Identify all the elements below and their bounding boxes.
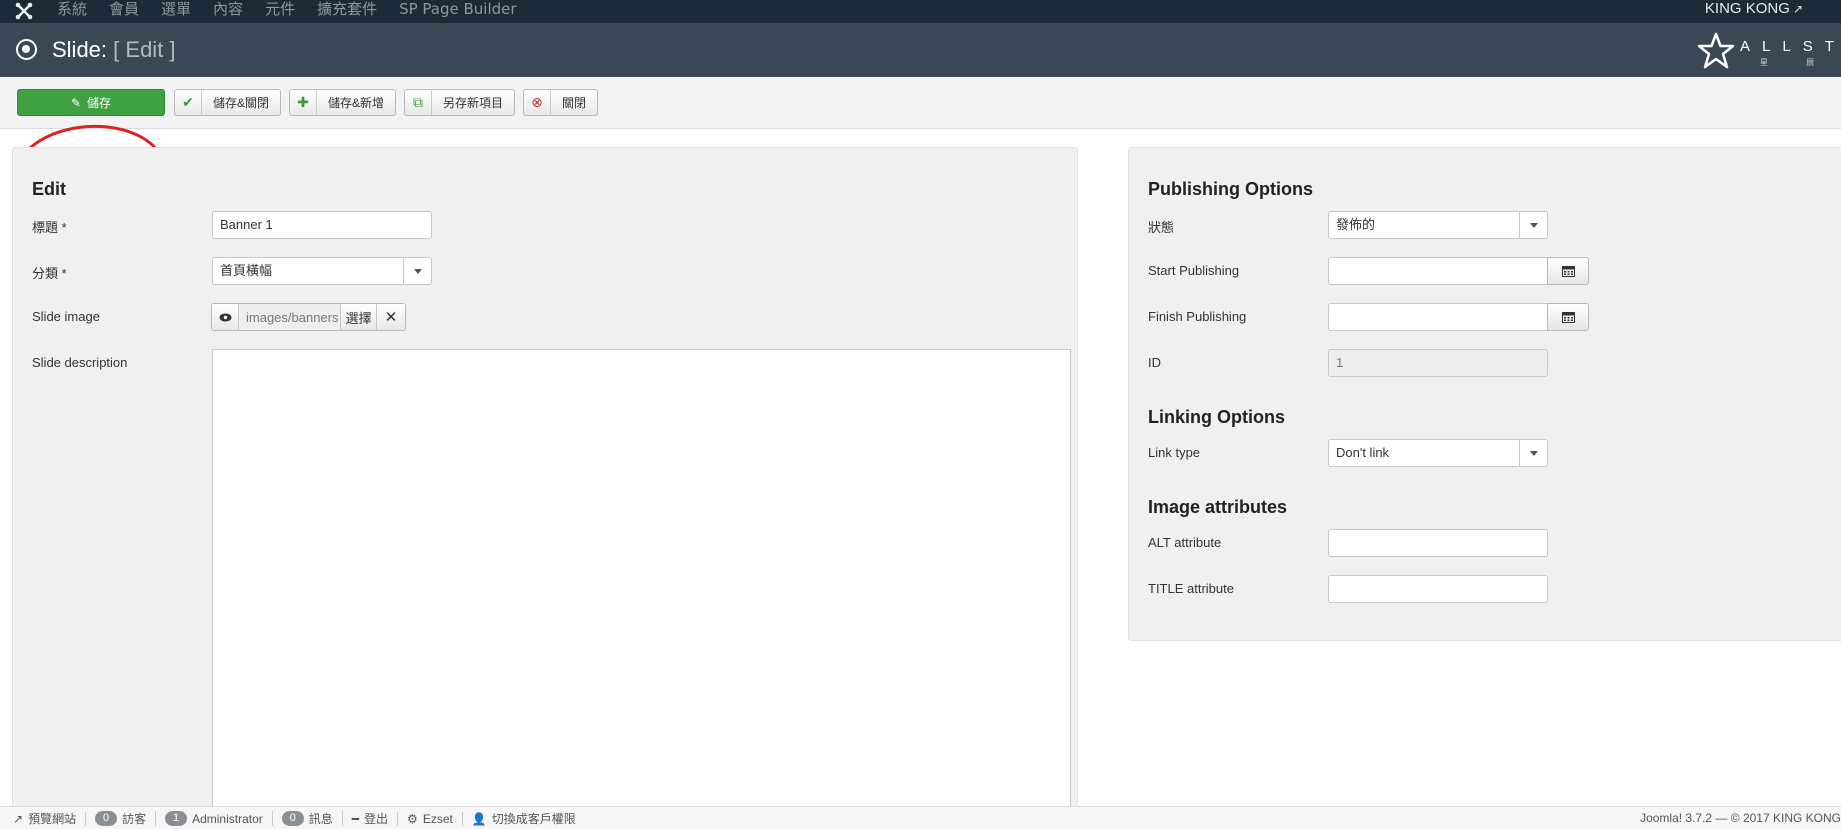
close-button[interactable]: ⊗ 關閉: [523, 89, 599, 116]
status-bar: ↗ 預覽網站 0 訪客 1 Administrator 0 訊息 ━ 登出 ⚙ …: [0, 806, 1841, 829]
visitors-link[interactable]: 0 訪客: [86, 811, 157, 826]
link-type-select[interactable]: Don't link: [1328, 439, 1548, 467]
brand-word: ALLSTA: [1740, 38, 1841, 55]
top-navbar: 系統 會員 選單 內容 元件 擴充套件 SP Page Builder KING…: [0, 0, 1841, 23]
version-info: Joomla! 3.7.2 — © 2017 KING KONG: [1640, 811, 1841, 825]
id-label: ID: [1148, 355, 1161, 370]
joomla-logo-icon[interactable]: [14, 1, 34, 21]
external-link-icon: ↗: [1792, 2, 1803, 16]
title-attribute-label: TITLE attribute: [1148, 581, 1234, 596]
category-label: 分類 *: [32, 266, 67, 281]
toolbar: ✎ 儲存 ✔ 儲存&關閉 ✚ 儲存&新增 ⧉ 另存新項目 ⊗ 關閉: [0, 77, 1841, 227]
save-new-button[interactable]: ✚ 儲存&新增: [289, 89, 397, 116]
messages-link[interactable]: 0 訊息: [273, 811, 343, 826]
star-icon: [1697, 32, 1735, 69]
publishing-heading: Publishing Options: [1148, 179, 1313, 199]
preview-site-link[interactable]: ↗ 預覽網站: [4, 811, 87, 826]
start-publishing-label: Start Publishing: [1148, 263, 1240, 278]
slide-image-field: images/banners 選擇 ✕: [211, 303, 406, 331]
calendar-icon[interactable]: [1547, 257, 1589, 285]
messages-count: 0: [281, 811, 304, 826]
status-value: 發佈的: [1336, 217, 1376, 232]
id-field: 1: [1328, 349, 1548, 377]
plus-icon: ✚: [290, 90, 317, 115]
menu-components[interactable]: 元件: [254, 0, 306, 18]
gear-icon: ⚙: [407, 811, 418, 826]
status-select[interactable]: 發佈的: [1328, 211, 1548, 239]
check-icon: ✔: [175, 90, 202, 115]
main-menu: 系統 會員 選單 內容 元件 擴充套件 SP Page Builder: [46, 0, 528, 18]
slide-description-label: Slide description: [32, 355, 128, 370]
status-label: 狀態: [1148, 220, 1175, 235]
alt-attribute-label: ALT attribute: [1148, 535, 1222, 550]
menu-sp-page-builder[interactable]: SP Page Builder: [388, 0, 527, 18]
finish-publishing-field[interactable]: [1328, 303, 1548, 331]
category-select[interactable]: 首頁橫幅: [212, 257, 432, 285]
slide-image-path: images/banners: [239, 304, 341, 330]
admin-count: 1: [165, 811, 188, 826]
user-icon: 👤: [471, 811, 487, 826]
brand-logo: ALLSTA 星 辰 設 計: [1696, 31, 1841, 71]
chevron-down-icon[interactable]: [1519, 212, 1547, 238]
eye-icon[interactable]: [212, 304, 239, 330]
menu-users[interactable]: 會員: [98, 0, 150, 18]
title-field[interactable]: Banner 1: [212, 211, 432, 239]
copy-icon: ⧉: [405, 90, 432, 115]
slide-image-label: Slide image: [32, 309, 100, 324]
linking-heading: Linking Options: [1148, 407, 1285, 427]
menu-system[interactable]: 系統: [46, 0, 98, 18]
visitors-count: 0: [95, 811, 118, 826]
minus-icon: ━: [351, 811, 360, 826]
menu-content[interactable]: 內容: [202, 0, 254, 18]
edit-icon: ✎: [70, 95, 82, 110]
slide-icon: [16, 39, 37, 60]
site-link[interactable]: KING KONG ↗: [1705, 0, 1803, 18]
cancel-icon: ⊗: [524, 90, 551, 115]
page-title-text: Slide:: [52, 37, 108, 62]
clear-icon[interactable]: ✕: [377, 304, 405, 330]
chevron-down-icon[interactable]: [403, 258, 431, 284]
administrators-link[interactable]: 1 Administrator: [156, 811, 273, 826]
menu-menus[interactable]: 選單: [150, 0, 202, 18]
edit-heading: Edit: [32, 179, 66, 199]
link-type-label: Link type: [1148, 445, 1201, 460]
slide-description-editor[interactable]: [212, 349, 1071, 809]
external-link-icon: ↗: [13, 811, 24, 826]
alt-attribute-field[interactable]: [1328, 529, 1548, 557]
image-select-button[interactable]: 選擇: [341, 304, 377, 330]
finish-publishing-label: Finish Publishing: [1148, 309, 1247, 324]
menu-extensions[interactable]: 擴充套件: [306, 0, 388, 18]
page-title: Slide: [ Edit ]: [52, 37, 176, 63]
page-header: Slide: [ Edit ] ALLSTA 星 辰 設 計: [0, 23, 1841, 77]
brand-tagline: 星 辰 設 計: [1760, 58, 1841, 67]
start-publishing-field[interactable]: [1328, 257, 1548, 285]
calendar-icon[interactable]: [1547, 303, 1589, 331]
image-attributes-heading: Image attributes: [1148, 497, 1288, 517]
category-value: 首頁橫幅: [220, 263, 273, 278]
page-title-mode: [ Edit ]: [113, 37, 176, 62]
title-attribute-field[interactable]: [1328, 575, 1548, 603]
title-label: 標題 *: [32, 220, 67, 235]
site-name: KING KONG: [1704, 0, 1790, 17]
save-close-button[interactable]: ✔ 儲存&關閉: [174, 89, 282, 116]
save-button[interactable]: ✎ 儲存: [17, 89, 165, 116]
logout-link[interactable]: ━ 登出: [343, 811, 399, 826]
chevron-down-icon[interactable]: [1519, 440, 1547, 466]
save-copy-button[interactable]: ⧉ 另存新項目: [404, 89, 516, 116]
ezset-link[interactable]: ⚙ Ezset: [398, 811, 463, 826]
link-type-value: Don't link: [1336, 445, 1390, 460]
switch-user-link[interactable]: 👤 切換成客戶權限: [463, 812, 585, 826]
